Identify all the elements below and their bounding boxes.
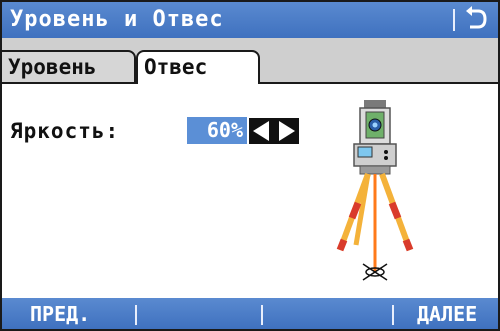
brightness-label: Яркость:: [10, 119, 120, 143]
prev-button[interactable]: ПРЕД.: [30, 302, 90, 326]
total-station-tripod-icon: [336, 100, 414, 281]
brightness-value[interactable]: 60%: [187, 117, 247, 144]
softkey-divider: [135, 305, 137, 325]
screen-frame: Уровень и Отвес Уровень Отвес Яркость: 6…: [0, 0, 500, 331]
left-right-arrows-icon[interactable]: [249, 118, 299, 144]
title-bar: Уровень и Отвес: [2, 2, 498, 38]
back-arrow-icon[interactable]: [462, 5, 492, 35]
tab-plumb-label: Отвес: [144, 55, 208, 79]
title-separator: [453, 9, 455, 31]
softkey-divider: [392, 305, 394, 325]
tab-plumb[interactable]: Отвес: [136, 50, 260, 84]
window-title: Уровень и Отвес: [10, 7, 224, 32]
tab-level[interactable]: Уровень: [2, 50, 136, 82]
softkey-divider: [261, 305, 263, 325]
tab-level-label: Уровень: [8, 55, 97, 79]
softkey-bar: ПРЕД. ДАЛЕЕ: [2, 298, 498, 329]
next-button[interactable]: ДАЛЕЕ: [417, 302, 477, 326]
tab-strip: Уровень Отвес: [2, 38, 498, 84]
